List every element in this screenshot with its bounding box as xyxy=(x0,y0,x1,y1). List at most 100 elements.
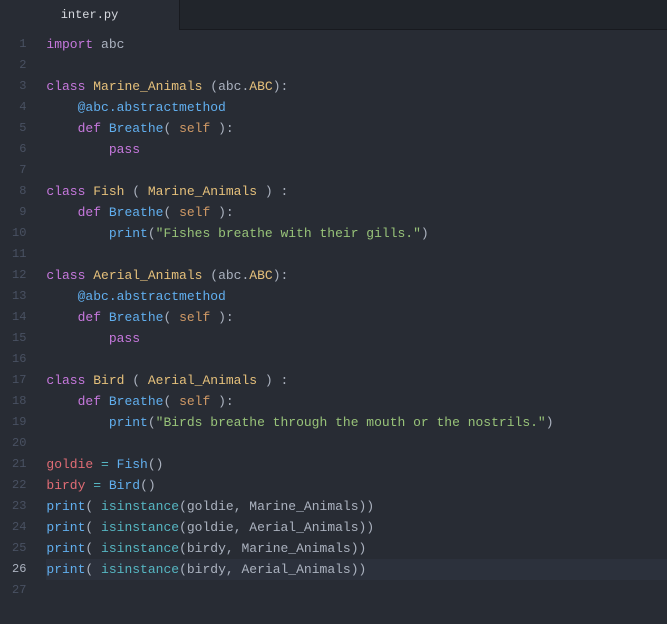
code-line[interactable] xyxy=(46,160,667,181)
token-punc: ( xyxy=(179,541,187,556)
token-cls: Aerial_Animals xyxy=(93,268,202,283)
token-param: self xyxy=(179,394,210,409)
token-plain: abc xyxy=(218,268,241,283)
code-line[interactable]: print( isinstance(birdy, Marine_Animals)… xyxy=(46,538,667,559)
tab-file[interactable]: inter.py xyxy=(0,0,180,30)
token-punc: , xyxy=(234,499,242,514)
token-punc: , xyxy=(226,541,234,556)
token-plain: ( xyxy=(124,373,147,388)
token-op: = xyxy=(93,478,101,493)
token-punc: )) xyxy=(359,499,375,514)
code-line[interactable]: print("Birds breathe through the mouth o… xyxy=(46,412,667,433)
token-plain xyxy=(101,310,109,325)
line-number: 1 xyxy=(12,34,26,55)
line-number: 15 xyxy=(12,328,26,349)
token-kw: def xyxy=(78,310,101,325)
token-kw: class xyxy=(46,79,85,94)
line-number: 4 xyxy=(12,97,26,118)
code-line[interactable]: print( isinstance(birdy, Aerial_Animals)… xyxy=(46,559,667,580)
token-plain xyxy=(101,478,109,493)
token-fn: Breathe xyxy=(109,121,164,136)
token-fn: print xyxy=(46,562,85,577)
line-number: 6 xyxy=(12,139,26,160)
token-punc: , xyxy=(226,562,234,577)
code-line[interactable]: pass xyxy=(46,328,667,349)
code-line[interactable] xyxy=(46,433,667,454)
code-line[interactable]: def Breathe( self ): xyxy=(46,391,667,412)
token-plain xyxy=(93,541,101,556)
token-param: self xyxy=(179,121,210,136)
code-line[interactable]: class Aerial_Animals (abc.ABC): xyxy=(46,265,667,286)
line-number: 25 xyxy=(12,538,26,559)
code-line[interactable]: print( isinstance(goldie, Aerial_Animals… xyxy=(46,517,667,538)
token-plain xyxy=(46,415,108,430)
line-number: 9 xyxy=(12,202,26,223)
code-line[interactable]: birdy = Bird() xyxy=(46,475,667,496)
token-fn: Breathe xyxy=(109,394,164,409)
line-number: 26 xyxy=(12,559,26,580)
code-line[interactable]: print( isinstance(goldie, Marine_Animals… xyxy=(46,496,667,517)
token-plain xyxy=(46,310,77,325)
token-plain: Aerial_Animals xyxy=(234,562,351,577)
token-kw: class xyxy=(46,268,85,283)
code-line[interactable]: pass xyxy=(46,139,667,160)
code-line[interactable]: class Fish ( Marine_Animals ) : xyxy=(46,181,667,202)
code-line[interactable] xyxy=(46,580,667,601)
code-line[interactable]: class Marine_Animals (abc.ABC): xyxy=(46,76,667,97)
token-plain xyxy=(46,121,77,136)
code-line[interactable] xyxy=(46,349,667,370)
code-line[interactable]: @abc.abstractmethod xyxy=(46,286,667,307)
token-punc: ) xyxy=(546,415,554,430)
code-line[interactable]: @abc.abstractmethod xyxy=(46,97,667,118)
code-editor[interactable]: 1234567891011121314151617181920212223242… xyxy=(0,30,667,624)
token-punc: ( xyxy=(179,499,187,514)
token-plain xyxy=(46,331,108,346)
token-fn: print xyxy=(46,541,85,556)
code-line[interactable]: def Breathe( self ): xyxy=(46,118,667,139)
code-line[interactable]: import abc xyxy=(46,34,667,55)
code-line[interactable] xyxy=(46,244,667,265)
token-fn: print xyxy=(109,415,148,430)
code-line[interactable]: def Breathe( self ): xyxy=(46,307,667,328)
token-punc: ( xyxy=(148,226,156,241)
token-plain: abc xyxy=(93,37,124,52)
token-cls: Marine_Animals xyxy=(148,184,257,199)
token-plain xyxy=(210,394,218,409)
token-kw: def xyxy=(78,205,101,220)
code-line[interactable]: def Breathe( self ): xyxy=(46,202,667,223)
token-kw: def xyxy=(78,394,101,409)
token-fn: Bird xyxy=(109,478,140,493)
token-cls: Aerial_Animals xyxy=(148,373,257,388)
token-fn: Fish xyxy=(117,457,148,472)
token-builtin: isinstance xyxy=(101,562,179,577)
code-line[interactable] xyxy=(46,55,667,76)
code-area[interactable]: import abc class Marine_Animals (abc.ABC)… xyxy=(34,30,667,624)
token-cls: Bird xyxy=(93,373,124,388)
code-line[interactable]: class Bird ( Aerial_Animals ) : xyxy=(46,370,667,391)
line-number: 17 xyxy=(12,370,26,391)
token-plain xyxy=(210,121,218,136)
token-plain xyxy=(171,205,179,220)
code-line[interactable]: print("Fishes breathe with their gills."… xyxy=(46,223,667,244)
line-number: 22 xyxy=(12,475,26,496)
token-ident: goldie xyxy=(46,457,93,472)
token-builtin: isinstance xyxy=(101,520,179,535)
token-punc: , xyxy=(234,520,242,535)
token-plain: ( xyxy=(202,268,218,283)
token-plain xyxy=(93,499,101,514)
token-punc: )) xyxy=(351,541,367,556)
token-plain: ( xyxy=(202,79,218,94)
token-plain xyxy=(101,205,109,220)
line-number: 20 xyxy=(12,433,26,454)
token-plain xyxy=(109,457,117,472)
token-plain xyxy=(101,394,109,409)
token-plain: Marine_Animals xyxy=(242,499,359,514)
token-kw: pass xyxy=(109,331,140,346)
line-number: 23 xyxy=(12,496,26,517)
token-plain xyxy=(171,121,179,136)
line-number: 19 xyxy=(12,412,26,433)
token-plain: birdy xyxy=(187,541,226,556)
code-line[interactable]: goldie = Fish() xyxy=(46,454,667,475)
token-punc: )) xyxy=(359,520,375,535)
token-plain xyxy=(210,310,218,325)
